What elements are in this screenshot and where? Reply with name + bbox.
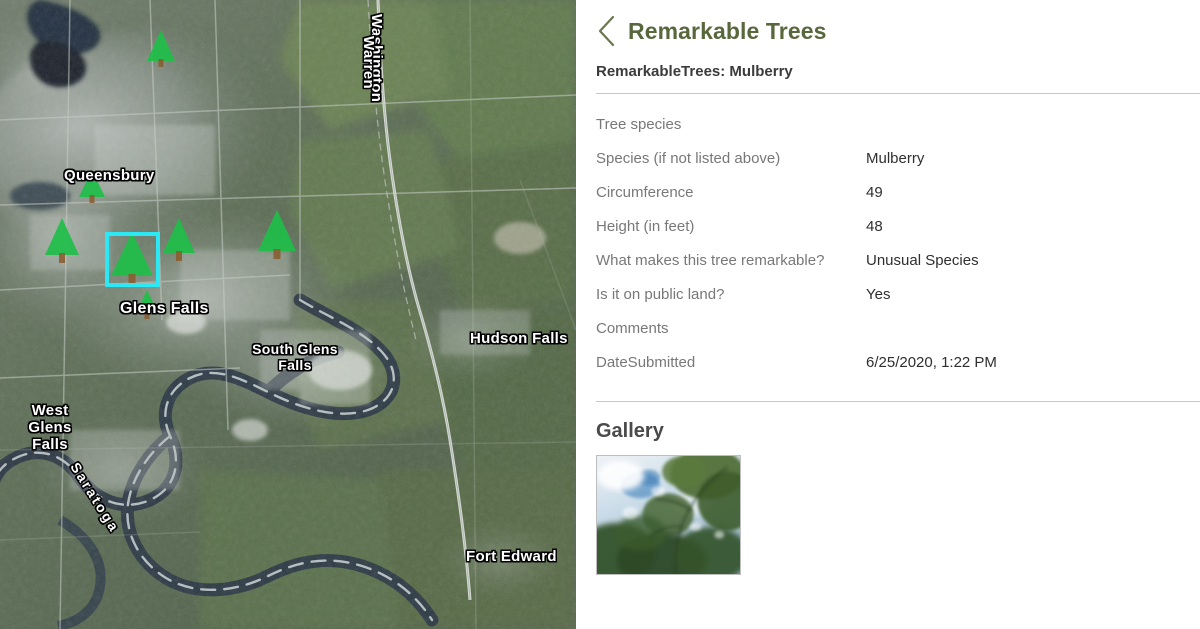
gallery-strip: [576, 443, 1200, 575]
gallery-thumbnail[interactable]: [596, 455, 741, 575]
attribute-label: Species (if not listed above): [596, 149, 781, 167]
map-selection-box[interactable]: [105, 232, 160, 287]
attribute-value: [866, 107, 1200, 141]
feature-subtitle: RemarkableTrees: Mulberry: [596, 63, 793, 80]
pine-tree-icon: [258, 210, 296, 259]
attribute-label: Comments: [596, 319, 669, 337]
feature-detail-panel: Remarkable Trees RemarkableTrees: Mulber…: [576, 0, 1200, 629]
panel-header: Remarkable Trees: [576, 0, 1200, 54]
attribute-value: Mulberry: [866, 149, 925, 167]
tree-marker[interactable]: [77, 168, 107, 204]
attribute-label: DateSubmitted: [596, 353, 696, 371]
table-row: Tree species: [576, 107, 1200, 141]
tree-marker[interactable]: [255, 208, 299, 260]
pine-tree-icon: [136, 290, 158, 319]
divider-top: [596, 93, 1200, 94]
map-canvas[interactable]: Queensbury Glens Falls South Glens Falls…: [0, 0, 576, 629]
map-pane[interactable]: Queensbury Glens Falls South Glens Falls…: [0, 0, 576, 629]
tree-marker[interactable]: [42, 216, 82, 264]
attribute-value: Unusual Species: [866, 251, 979, 269]
attribute-value: 49: [866, 183, 883, 201]
gallery-heading: Gallery: [596, 420, 664, 442]
attribute-table: Tree species Species (if not listed abov…: [576, 107, 1200, 379]
table-row: What makes this tree remarkable? Unusual…: [576, 243, 1200, 277]
satellite-basemap-image: [0, 0, 576, 629]
pine-tree-icon: [147, 30, 175, 67]
tree-marker[interactable]: [134, 288, 160, 320]
attribute-label: Height (in feet): [596, 217, 695, 235]
pine-tree-icon: [45, 218, 79, 263]
table-row: Species (if not listed above) Mulberry: [576, 141, 1200, 175]
attribute-value: 6/25/2020, 1:22 PM: [866, 353, 997, 371]
table-row: Circumference 49: [576, 175, 1200, 209]
attribute-value: [866, 311, 1200, 345]
attribute-label: Circumference: [596, 183, 694, 201]
tree-canopy-photo: [597, 456, 740, 574]
back-chevron-icon[interactable]: [596, 14, 618, 48]
table-row: DateSubmitted 6/25/2020, 1:22 PM: [576, 345, 1200, 379]
attribute-value: 48: [866, 217, 883, 235]
attribute-label: What makes this tree remarkable?: [596, 251, 825, 269]
table-row: Comments: [576, 311, 1200, 345]
attribute-label: Is it on public land?: [596, 285, 725, 303]
pine-tree-icon: [163, 218, 195, 261]
attribute-value: Yes: [866, 285, 891, 303]
table-row: Height (in feet) 48: [576, 209, 1200, 243]
tree-marker[interactable]: [160, 216, 198, 262]
pine-tree-icon: [79, 170, 105, 203]
attribute-label: Tree species: [596, 115, 682, 133]
application-root: Queensbury Glens Falls South Glens Falls…: [0, 0, 1200, 629]
tree-marker[interactable]: [144, 28, 178, 68]
page-title: Remarkable Trees: [628, 17, 827, 44]
table-row: Is it on public land? Yes: [576, 277, 1200, 311]
